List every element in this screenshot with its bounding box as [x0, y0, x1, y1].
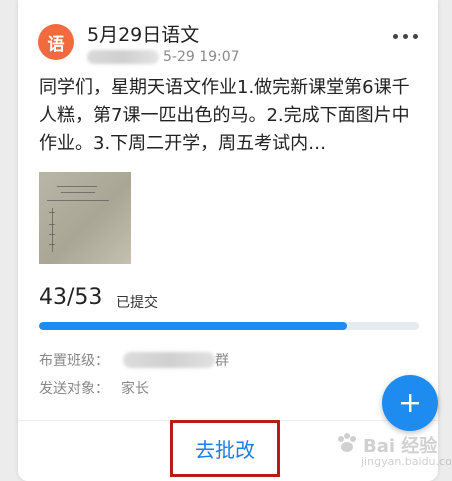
class-label: 布置班级： — [39, 353, 109, 369]
homework-card[interactable]: 语 5月29日语文 5-29 19:07 同学们，星期天语文作业1.做完新课堂第… — [18, 0, 438, 481]
target-label: 发送对象： — [39, 381, 109, 397]
submission-progress-bar — [39, 322, 419, 330]
plus-icon[interactable] — [382, 375, 438, 431]
post-body[interactable]: 同学们，星期天语文作业1.做完新课堂第6课千人糕，第7课一匹出色的马。2.完成下… — [39, 74, 425, 158]
class-suffix: 群 — [215, 353, 229, 369]
redacted-class-name — [123, 352, 215, 368]
plus-glyph — [401, 394, 419, 412]
avatar-char: 语 — [47, 34, 65, 55]
post-subtitle: 5-29 19:07 — [87, 48, 240, 66]
target-row: 发送对象： 家长 — [39, 378, 149, 398]
homework-image-thumbnail[interactable] — [39, 172, 131, 264]
baidu-paw-icon — [335, 431, 359, 459]
submission-label: 已提交 — [116, 295, 158, 311]
target-value: 家长 — [121, 381, 149, 397]
grade-button-label: 去批改 — [195, 438, 255, 462]
grade-button[interactable]: 去批改 — [170, 420, 280, 477]
post-title: 5月29日语文 — [87, 24, 200, 46]
submission-progress-fill — [39, 322, 347, 330]
watermark-sub: jingyan.baidu.com — [361, 455, 452, 468]
redacted-sender — [87, 50, 159, 64]
class-row: 布置班级： 群 — [39, 350, 229, 370]
subject-avatar: 语 — [38, 24, 74, 60]
post-time: 5-29 19:07 — [163, 49, 240, 65]
submission-count: 43/53 — [39, 285, 103, 310]
more-dots-icon[interactable] — [393, 34, 418, 39]
baidu-watermark: Bai 经验 jingyan.baidu.com — [335, 425, 452, 468]
